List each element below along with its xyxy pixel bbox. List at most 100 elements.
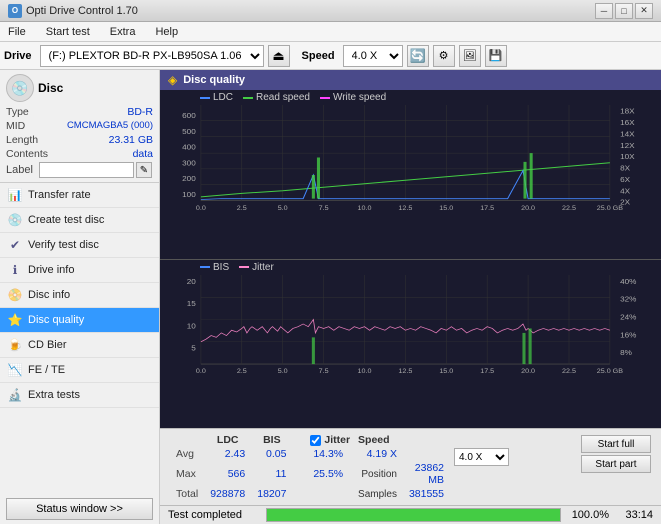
status-window-button[interactable]: Status window >> (6, 498, 153, 520)
drive-toolbar: Drive (F:) PLEXTOR BD-R PX-LB950SA 1.06 … (0, 42, 661, 70)
sidebar-item-cd-bier[interactable]: 🍺 CD Bier (0, 333, 159, 358)
mid-value: CMCMAGBA5 (000) (67, 120, 153, 132)
chart-title: Disc quality (183, 74, 245, 86)
read-speed-legend: Read speed (243, 92, 310, 103)
svg-text:2.5: 2.5 (237, 368, 247, 373)
drive-select[interactable]: (F:) PLEXTOR BD-R PX-LB950SA 1.06 (40, 45, 264, 67)
chart-header-icon: ◈ (168, 73, 177, 87)
length-value: 23.31 GB (109, 134, 153, 146)
jitter-checkbox[interactable] (310, 435, 321, 446)
sidebar-item-drive-info[interactable]: ℹ Drive info (0, 258, 159, 283)
main-layout: 💿 Disc Type BD-R MID CMCMAGBA5 (000) Len… (0, 70, 661, 524)
bis-legend: BIS (200, 262, 229, 273)
svg-text:10: 10 (187, 321, 196, 329)
read-dot (243, 97, 253, 99)
refresh-button[interactable]: 🔄 (407, 45, 429, 67)
sidebar-item-create-test-disc[interactable]: 💿 Create test disc (0, 208, 159, 233)
disc-icon: 💿 (6, 74, 34, 102)
disc-info-icon: 📀 (8, 288, 22, 302)
type-label: Type (6, 106, 29, 118)
svg-text:400: 400 (182, 143, 196, 151)
max-bis: 11 (251, 461, 292, 487)
menu-bar: File Start test Extra Help (0, 22, 661, 42)
type-value: BD-R (127, 106, 153, 118)
sidebar-item-fe-te[interactable]: 📉 FE / TE (0, 358, 159, 383)
svg-text:10.0: 10.0 (358, 205, 372, 210)
sidebar-item-disc-info[interactable]: 📀 Disc info (0, 283, 159, 308)
eject-button[interactable]: ⏏ (268, 45, 290, 67)
stats-area: LDC BIS Jitter Speed Avg 2.43 (160, 428, 661, 505)
settings-button[interactable]: ⚙ (433, 45, 455, 67)
speed-select-stats[interactable]: 4.0 X (454, 448, 509, 466)
svg-text:0.0: 0.0 (196, 205, 206, 210)
stats-table: LDC BIS Jitter Speed Avg 2.43 (170, 433, 515, 501)
bis-header: BIS (251, 433, 292, 447)
ldc-legend: LDC (200, 92, 233, 103)
bis-label: BIS (213, 262, 229, 273)
svg-text:5.0: 5.0 (278, 205, 288, 210)
save-button[interactable]: 💾 (485, 45, 507, 67)
samples-value: 381555 (403, 487, 450, 501)
svg-text:4X: 4X (620, 187, 630, 195)
start-part-button[interactable]: Start part (581, 455, 651, 473)
sidebar-item-extra-tests[interactable]: 🔬 Extra tests (0, 383, 159, 408)
sidebar-item-label-fe-te: FE / TE (28, 364, 65, 376)
sidebar-item-label-cd-bier: CD Bier (28, 339, 67, 351)
svg-text:12X: 12X (620, 141, 635, 149)
title-bar: O Opti Drive Control 1.70 ─ □ ✕ (0, 0, 661, 22)
menu-start-test[interactable]: Start test (42, 24, 94, 40)
jitter-col-header: Jitter (324, 434, 350, 446)
svg-text:40%: 40% (620, 277, 637, 285)
drive-info-icon: ℹ (8, 263, 22, 277)
read-label: Read speed (256, 92, 310, 103)
speed-select[interactable]: 4.0 X (343, 45, 403, 67)
speed-label: Speed (302, 50, 335, 62)
total-ldc: 928878 (204, 487, 251, 501)
cd-bier-icon: 🍺 (8, 338, 22, 352)
progress-bar-fill (267, 509, 560, 521)
sidebar-item-disc-quality[interactable]: ⭐ Disc quality (0, 308, 159, 333)
max-jitter: 25.5% (304, 461, 352, 487)
svg-text:12.5: 12.5 (398, 205, 412, 210)
svg-text:32%: 32% (620, 295, 637, 303)
close-button[interactable]: ✕ (635, 3, 653, 19)
svg-text:16X: 16X (620, 119, 635, 127)
write-label: Write speed (333, 92, 386, 103)
svg-text:25.0 GB: 25.0 GB (597, 368, 624, 373)
maximize-button[interactable]: □ (615, 3, 633, 19)
menu-extra[interactable]: Extra (106, 24, 140, 40)
sidebar-item-verify-test-disc[interactable]: ✔ Verify test disc (0, 233, 159, 258)
position-label: Position (352, 461, 403, 487)
sidebar-item-label-create-test-disc: Create test disc (28, 214, 104, 226)
svg-text:22.5: 22.5 (562, 368, 576, 373)
extra-button[interactable]: 🖼 (459, 45, 481, 67)
start-full-button[interactable]: Start full (581, 435, 651, 453)
upper-chart: LDC Read speed Write speed (160, 90, 661, 260)
svg-text:18X: 18X (620, 107, 635, 115)
nav-items: 📊 Transfer rate 💿 Create test disc ✔ Ver… (0, 183, 159, 494)
menu-help[interactable]: Help (151, 24, 182, 40)
sidebar-item-label-extra-tests: Extra tests (28, 389, 80, 401)
jitter-dot (239, 266, 249, 268)
position-value: 23862 MB (403, 461, 450, 487)
svg-text:25.0 GB: 25.0 GB (597, 205, 624, 210)
svg-text:8X: 8X (620, 164, 630, 172)
svg-text:5.0: 5.0 (278, 368, 288, 373)
time-display: 33:14 (617, 509, 653, 521)
status-text: Test completed (168, 509, 258, 521)
svg-text:20.0: 20.0 (521, 205, 535, 210)
menu-file[interactable]: File (4, 24, 30, 40)
app-title: Opti Drive Control 1.70 (26, 5, 138, 17)
label-edit-button[interactable]: ✎ (136, 162, 152, 178)
transfer-rate-icon: 📊 (8, 188, 22, 202)
minimize-button[interactable]: ─ (595, 3, 613, 19)
sidebar-item-label-transfer-rate: Transfer rate (28, 189, 91, 201)
sidebar-item-transfer-rate[interactable]: 📊 Transfer rate (0, 183, 159, 208)
svg-text:17.5: 17.5 (480, 205, 494, 210)
svg-text:8%: 8% (620, 348, 632, 356)
svg-text:300: 300 (182, 159, 196, 167)
label-input[interactable] (39, 162, 134, 178)
upper-chart-svg: 600 500 400 300 200 100 18X 16X 14X 12X … (160, 105, 661, 210)
sidebar-item-label-verify-test-disc: Verify test disc (28, 239, 99, 251)
write-dot (320, 97, 330, 99)
